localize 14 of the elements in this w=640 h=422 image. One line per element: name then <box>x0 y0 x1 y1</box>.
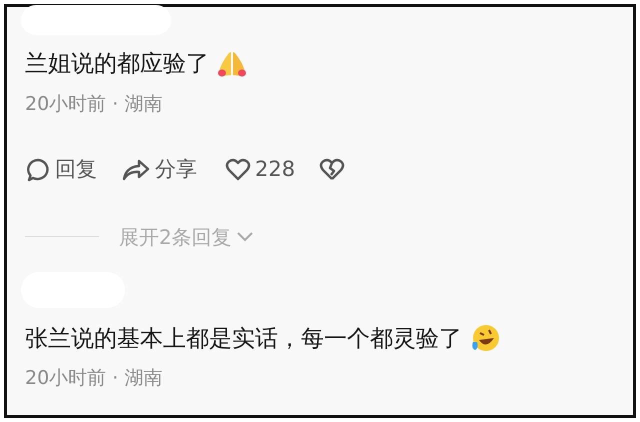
praying-hands-icon <box>217 49 247 80</box>
chevron-down-icon <box>236 230 254 242</box>
broken-heart-icon <box>319 158 346 182</box>
comment-bubble-icon <box>25 156 51 183</box>
laughing-face-icon <box>470 324 500 354</box>
comment-text: 兰姐说的都应验了 <box>25 50 209 79</box>
heart-icon <box>225 158 251 182</box>
comment-meta: 20小时前 · 湖南 <box>25 92 164 116</box>
dislike-button[interactable] <box>319 158 346 182</box>
share-button[interactable]: 分享 <box>121 154 197 186</box>
reply-button[interactable]: 回复 <box>25 154 97 186</box>
like-button[interactable]: 228 <box>225 154 296 186</box>
comment-text: 张兰说的基本上都是实话，每一个都灵验了 <box>25 324 462 354</box>
comment-meta: 20小时前 · 湖南 <box>25 366 164 391</box>
